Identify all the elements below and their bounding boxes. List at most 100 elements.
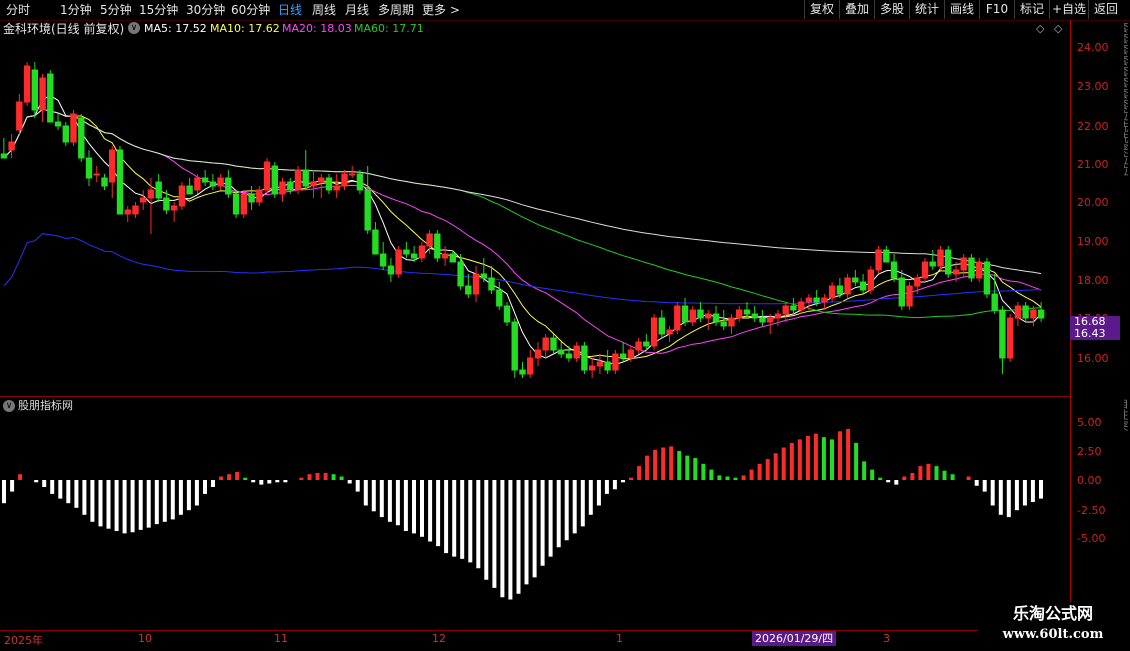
candle-body [163,197,170,211]
chevron-down-icon[interactable]: ∨ [3,400,15,412]
candle-body [650,317,658,347]
tab-5min[interactable]: 5分钟 [100,2,132,18]
candle-body [31,69,38,111]
chevron-down-icon[interactable]: ∨ [128,22,140,34]
candle-body [596,361,604,367]
collapse-icon[interactable]: ◇ [1054,22,1062,35]
candle-body [689,309,696,323]
candle-body [186,185,193,195]
candle-body [519,369,526,375]
candle-body [790,305,797,311]
candle-body [54,121,62,127]
candle-body [782,305,789,315]
candle-body [573,345,580,359]
indicator-chart[interactable] [0,414,1070,628]
candle-body [604,361,611,371]
candle-body [743,309,751,315]
candle-body [550,337,557,351]
indicator-tick: -5.00 [1077,532,1106,545]
candle-body [140,197,147,203]
stock-title: 金科环境(日线 前复权) [3,22,125,36]
candle-body [697,309,704,319]
candle-body [333,185,340,191]
candle-body [225,177,232,195]
statistics-button[interactable]: 统计 [909,0,944,19]
tab-more[interactable]: 更多 > [422,2,460,18]
candle-body [395,249,402,275]
tab-fenshi[interactable]: 分时 [6,2,30,18]
candle-body [387,265,395,275]
price-tick: 20.00 [1077,196,1109,209]
candle-body [751,313,758,319]
candle-body [759,317,766,323]
price-tick: 21.00 [1077,158,1109,171]
candle-body [542,337,549,351]
candle-body [1022,305,1029,319]
candle-body [70,113,77,143]
f10-button[interactable]: F10 [979,0,1014,19]
candle-body [16,101,23,131]
candle-body [643,341,650,347]
candle-body [232,193,240,215]
tab-1min[interactable]: 1分钟 [60,2,92,18]
tab-15min[interactable]: 15分钟 [139,2,178,18]
tab-daily[interactable]: 日线 [278,2,302,18]
candle-body [635,341,642,351]
price-tick: 24.00 [1077,41,1109,54]
mark-button[interactable]: 标记 [1014,0,1049,19]
candle-body [217,177,224,187]
cursor-date-tag: 2026/01/29/四 [752,631,837,646]
multi-stock-button[interactable]: 多股 [874,0,909,19]
candle-body [1037,309,1045,319]
diamond-icon[interactable]: ◇ [1036,22,1044,35]
candle-body [565,353,573,359]
tab-multi-period[interactable]: 多周期 [378,2,414,18]
candle-body [976,261,983,279]
tab-60min[interactable]: 60分钟 [231,2,270,18]
candle-body [1014,305,1022,319]
tab-monthly[interactable]: 月线 [345,2,369,18]
candle-body [666,329,673,335]
candle-body [836,285,844,295]
candle-body [39,77,46,111]
add-watchlist-button[interactable]: +自选 [1049,0,1088,19]
candle-body [256,189,263,203]
candle-body [960,257,967,271]
overlay-button[interactable]: 叠加 [839,0,874,19]
period-toolbar: 分时 1分钟 5分钟 15分钟 30分钟 60分钟 日线 周线 月线 多周期 更… [0,0,1130,21]
candle-body [364,189,371,231]
candle-body [263,161,271,191]
fuquan-button[interactable]: 复权 [804,0,839,19]
candle-body [93,173,100,176]
candle-body [991,293,998,311]
back-button[interactable]: 返回 [1088,0,1123,19]
candle-body [798,301,805,311]
tab-30min[interactable]: 30分钟 [186,2,225,18]
current-price-tag: 16.68 16.43 [1070,316,1120,340]
candle-body [441,253,449,259]
price-tick: 18.00 [1077,274,1109,287]
candle-body [403,249,410,255]
date-label: 12 [432,632,446,645]
indicator-title: 股朋指标网 [18,399,73,412]
candle-body [674,305,681,331]
draw-line-button[interactable]: 画线 [944,0,979,19]
candle-body [929,261,936,267]
side-signal-text-2: 自注突 [1124,398,1129,431]
candle-body [325,177,333,191]
tab-weekly[interactable]: 周线 [312,2,336,18]
candle-body [132,205,139,215]
candle-body [821,297,828,303]
candle-body [813,297,820,303]
candle-body [116,149,124,215]
candle-body [496,289,503,307]
candle-body [589,365,596,371]
candlestick-chart[interactable] [0,38,1070,394]
candle-body [372,229,379,255]
ma5-line [3,95,1042,365]
candle-body [859,281,867,291]
candle-body [209,181,217,187]
candle-body [349,173,356,176]
ma60-value: MA60: 17.71 [354,22,424,35]
indicator-tick: 2.50 [1077,445,1102,458]
